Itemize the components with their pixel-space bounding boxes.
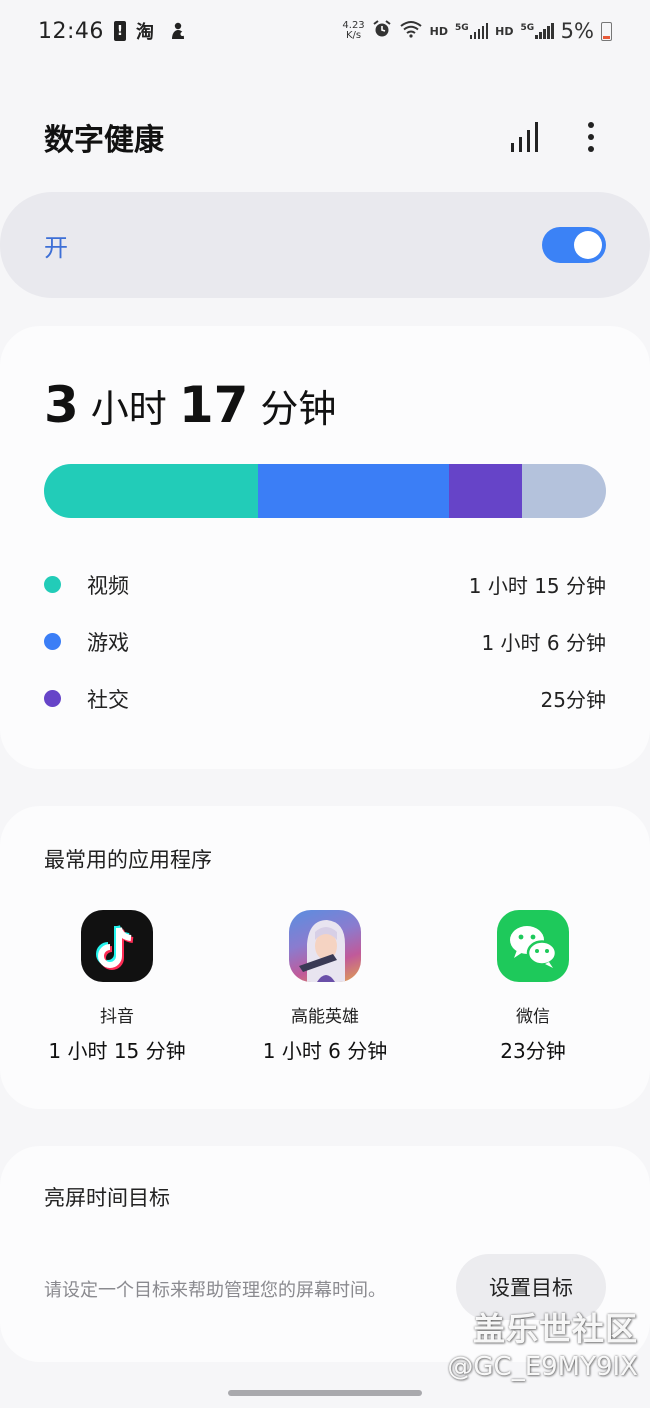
watermark-user-id: @GC_E9MY9IX xyxy=(447,1352,638,1382)
master-switch[interactable] xyxy=(542,227,606,263)
alarm-icon xyxy=(372,19,392,43)
game-hero-icon xyxy=(289,910,361,982)
status-left: 12:46 ! 淘 xyxy=(38,19,188,44)
app-usage-time: 23分钟 xyxy=(500,1039,566,1063)
sim2-label: 5G xyxy=(520,23,535,33)
taobao-icon: 淘 xyxy=(136,21,158,41)
goal-description: 请设定一个目标来帮助管理您的屏幕时间。 xyxy=(44,1280,386,1301)
legend-dot xyxy=(44,690,61,707)
legend-left: 游戏 xyxy=(44,627,129,657)
total-screen-time: 3 小时 17 分钟 xyxy=(44,376,336,434)
legend-label: 社交 xyxy=(87,687,129,712)
svg-text:淘: 淘 xyxy=(136,21,154,41)
app-item-game-hero[interactable]: 高能英雄 1 小时 6 分钟 xyxy=(225,910,425,1064)
usage-bar-segment xyxy=(521,464,606,518)
app-notification-icon xyxy=(168,21,188,41)
goal-title: 亮屏时间目标 xyxy=(44,1186,170,1210)
home-indicator[interactable] xyxy=(228,1390,422,1396)
usage-bar-segment xyxy=(257,464,449,518)
app-name: 高能英雄 xyxy=(291,1007,359,1027)
signal-icon-2: 5G xyxy=(521,23,554,39)
total-minutes-unit: 分钟 xyxy=(260,387,337,431)
legend-dot xyxy=(44,633,61,650)
status-right: 4.23 K/s HD 5G HD 5G 5% xyxy=(342,19,612,43)
page-title: 数字健康 xyxy=(44,123,164,158)
digital-wellbeing-toggle-row[interactable]: 开 xyxy=(0,192,650,298)
sim1-label: 5G xyxy=(455,23,469,33)
hd-indicator-1: HD xyxy=(429,24,449,38)
total-minutes: 17 xyxy=(178,376,249,434)
total-hours-unit: 小时 xyxy=(90,387,167,431)
usage-bar-segment xyxy=(448,464,522,518)
legend-left: 视频 xyxy=(44,570,129,600)
hd-indicator-2: HD xyxy=(495,24,514,38)
status-time: 12:46 xyxy=(38,18,104,44)
app-header: 数字健康 xyxy=(44,112,606,162)
legend-left: 社交 xyxy=(44,684,129,714)
app-usage-time: 1 小时 15 分钟 xyxy=(48,1039,186,1063)
more-options-button[interactable] xyxy=(576,117,606,157)
most-used-apps-card: 最常用的应用程序 抖音 1 小时 15 分钟 高能英雄 1 小时 6 分钟 微信… xyxy=(0,806,650,1109)
header-actions xyxy=(510,117,606,157)
battery-icon xyxy=(601,21,612,41)
status-bar: 12:46 ! 淘 4.23 K/s HD 5G HD 5G 5% xyxy=(0,0,650,62)
bar-chart-icon xyxy=(511,122,538,152)
app-item-wechat[interactable]: 微信 23分钟 xyxy=(433,910,633,1064)
switch-knob xyxy=(574,231,602,259)
app-item-douyin[interactable]: 抖音 1 小时 15 分钟 xyxy=(17,910,217,1064)
app-usage-time: 1 小时 6 分钟 xyxy=(262,1039,388,1063)
usage-stats-button[interactable] xyxy=(510,117,540,157)
legend-label: 游戏 xyxy=(87,630,129,655)
legend-value: 1 小时 15 分钟 xyxy=(468,574,606,598)
legend-label: 视频 xyxy=(87,573,129,598)
wechat-icon xyxy=(497,910,569,982)
legend-row: 社交 25分钟 xyxy=(44,670,606,727)
most-used-title: 最常用的应用程序 xyxy=(44,848,212,872)
legend-value: 25分钟 xyxy=(540,688,606,712)
screen-time-card[interactable]: 3 小时 17 分钟 视频 1 小时 15 分钟游戏 1 小时 6 分钟社交 25分钟 xyxy=(0,326,650,769)
battery-alert-icon: ! xyxy=(113,21,126,41)
app-name: 抖音 xyxy=(100,1007,134,1027)
signal-icon: 5G xyxy=(455,23,489,39)
legend-value: 1 小时 6 分钟 xyxy=(481,631,606,655)
category-usage-bar xyxy=(44,464,606,518)
battery-percent: 5% xyxy=(560,19,594,43)
total-hours: 3 xyxy=(44,376,79,434)
legend-row: 游戏 1 小时 6 分钟 xyxy=(44,613,606,670)
watermark-community: 盖乐世社区 xyxy=(472,1310,638,1348)
usage-bar-segment xyxy=(44,464,258,518)
net-speed-unit: K/s xyxy=(345,30,362,41)
legend-row: 视频 1 小时 15 分钟 xyxy=(44,556,606,613)
net-speed: 4.23 K/s xyxy=(342,21,364,41)
legend-dot xyxy=(44,576,61,593)
douyin-icon xyxy=(81,910,153,982)
category-legend: 视频 1 小时 15 分钟游戏 1 小时 6 分钟社交 25分钟 xyxy=(44,556,606,727)
toggle-label: 开 xyxy=(44,233,68,262)
more-vertical-icon xyxy=(588,122,594,152)
app-name: 微信 xyxy=(516,1007,550,1027)
wifi-icon xyxy=(399,20,423,42)
